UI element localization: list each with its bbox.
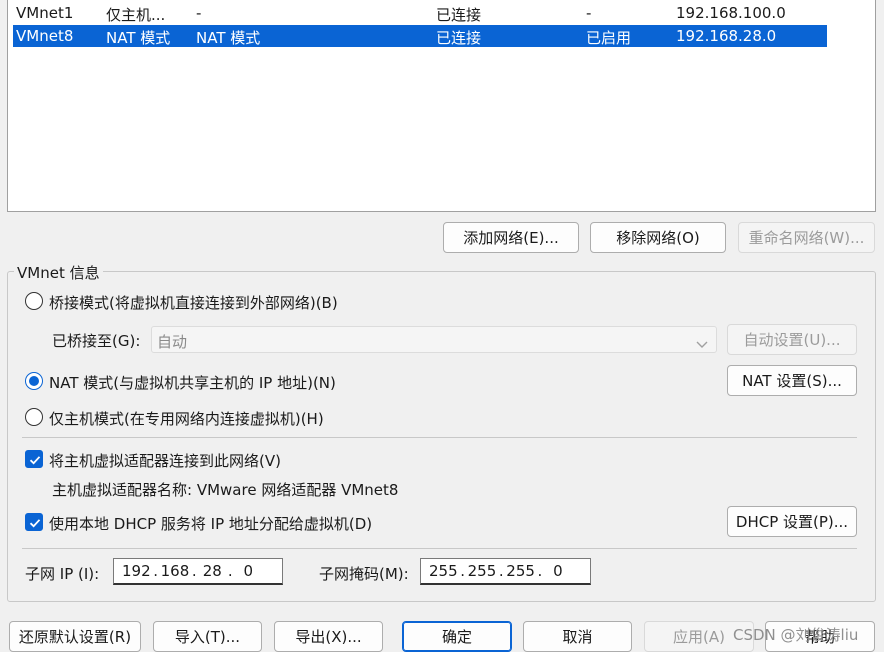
mask-dot: .	[537, 562, 543, 580]
network-name: VMnet8	[16, 27, 74, 45]
network-external: -	[196, 4, 202, 22]
ip-octet: 28	[202, 562, 222, 580]
connect-adapter-checkbox[interactable]	[25, 450, 43, 468]
bridged-mode-label[interactable]: 桥接模式(将虚拟机直接连接到外部网络)(B)	[49, 292, 338, 313]
subnet-ip-label: 子网 IP (I):	[25, 565, 100, 583]
nat-mode-label[interactable]: NAT 模式(与虚拟机共享主机的 IP 地址)(N)	[49, 372, 336, 393]
subnet-mask-input[interactable]: 255. 255. 255. 0	[420, 558, 591, 585]
ip-dot: .	[227, 562, 233, 580]
network-subnet: 192.168.100.0	[676, 4, 786, 22]
ip-dot: .	[153, 562, 159, 580]
bridged-to-select[interactable]: 自动	[151, 326, 717, 353]
divider	[22, 548, 857, 549]
cancel-button[interactable]: 取消	[523, 621, 632, 652]
subnet-ip-input[interactable]: 192. 168. 28. 0	[113, 558, 283, 585]
host-only-mode-label[interactable]: 仅主机模式(在专用网络内连接虚拟机)(H)	[49, 408, 324, 429]
mask-octet: 255	[506, 562, 535, 580]
remove-network-button[interactable]: 移除网络(O)	[590, 222, 726, 253]
auto-settings-button[interactable]: 自动设置(U)...	[727, 324, 857, 355]
dhcp-checkbox[interactable]	[25, 513, 43, 531]
chevron-down-icon	[696, 335, 708, 353]
bridged-mode-radio[interactable]	[25, 292, 43, 310]
vmnet-info-title: VMnet 信息	[14, 262, 103, 283]
ip-octet: 192	[122, 562, 151, 580]
rename-network-button[interactable]: 重命名网络(W)...	[738, 222, 875, 253]
mask-dot: .	[460, 562, 466, 580]
network-type: 仅主机...	[106, 6, 166, 24]
import-button[interactable]: 导入(T)...	[153, 621, 262, 652]
add-network-button[interactable]: 添加网络(E)...	[443, 222, 579, 253]
network-row-vmnet8[interactable]: VMnet8 NAT 模式 NAT 模式 已连接 已启用 192.168.28.…	[13, 25, 827, 47]
network-name: VMnet1	[16, 4, 74, 22]
ok-button[interactable]: 确定	[402, 621, 512, 652]
connect-adapter-label[interactable]: 将主机虚拟适配器连接到此网络(V)	[49, 450, 281, 471]
bridged-to-label: 已桥接至(G):	[52, 332, 141, 350]
ip-octet: 168	[160, 562, 190, 580]
ip-dot: .	[191, 562, 197, 580]
dhcp-label[interactable]: 使用本地 DHCP 服务将 IP 地址分配给虚拟机(D)	[49, 513, 372, 534]
watermark-text: CSDN @刘俊涛liu	[733, 626, 859, 644]
adapter-name-text: 主机虚拟适配器名称: VMware 网络适配器 VMnet8	[52, 481, 399, 499]
network-row-vmnet1[interactable]: VMnet1 仅主机... - 已连接 - 192.168.100.0	[13, 2, 827, 24]
network-dhcp: 已启用	[586, 29, 632, 47]
ip-octet: 0	[243, 562, 254, 580]
network-list[interactable]: VMnet1 仅主机... - 已连接 - 192.168.100.0 VMne…	[7, 0, 876, 212]
network-subnet: 192.168.28.0	[676, 27, 777, 45]
nat-settings-button[interactable]: NAT 设置(S)...	[727, 365, 857, 396]
bridged-to-value: 自动	[157, 333, 188, 351]
network-external: NAT 模式	[196, 29, 261, 47]
host-only-mode-radio[interactable]	[25, 408, 43, 426]
subnet-mask-label: 子网掩码(M):	[319, 565, 409, 583]
network-dhcp: -	[586, 4, 592, 22]
nat-mode-radio[interactable]	[25, 372, 43, 390]
export-button[interactable]: 导出(X)...	[274, 621, 383, 652]
network-status: 已连接	[436, 6, 482, 24]
network-status: 已连接	[436, 29, 482, 47]
mask-octet: 0	[553, 562, 563, 580]
mask-dot: .	[498, 562, 504, 580]
divider	[22, 437, 857, 438]
mask-octet: 255	[467, 562, 497, 580]
restore-defaults-button[interactable]: 还原默认设置(R)	[9, 621, 141, 652]
network-type: NAT 模式	[106, 29, 171, 47]
mask-octet: 255	[429, 562, 458, 580]
dhcp-settings-button[interactable]: DHCP 设置(P)...	[727, 506, 857, 537]
